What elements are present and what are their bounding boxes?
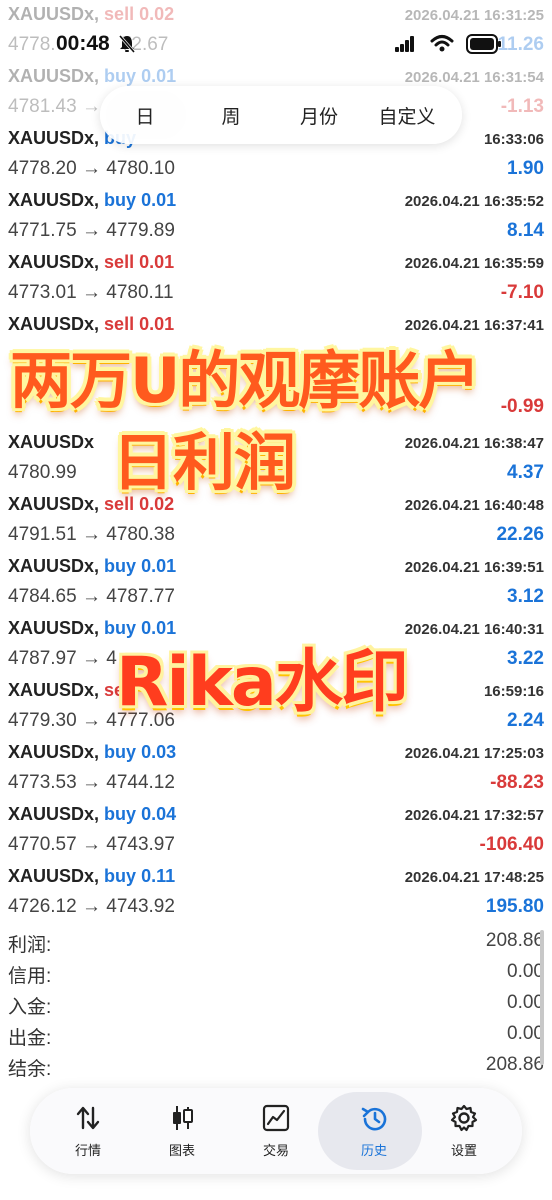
trade-time: 2026.04.21 17:48:25 <box>404 869 544 886</box>
summary-row-withdrawal: 出金: 0.00 <box>8 1023 544 1053</box>
summary-label: 出金: <box>8 1028 52 1049</box>
candlestick-icon <box>173 1106 193 1130</box>
trade-row[interactable]: XAUUSDx, sell 0.01 2026.04.21 16:35:59 4… <box>0 248 552 310</box>
trade-symbol: XAUUSDx, buy 0.01 <box>8 190 177 210</box>
trade-symbol: XAUUSDx <box>8 432 95 452</box>
nav-settings[interactable]: 设置 <box>416 1088 512 1174</box>
trade-profit: 3.22 <box>507 648 544 669</box>
scrollbar[interactable] <box>540 930 544 1065</box>
trade-profit: 1.90 <box>507 158 544 179</box>
wifi-icon <box>430 35 454 52</box>
bottom-nav: 行情 图表 交易 历史 设置 <box>30 1088 522 1174</box>
trade-prices: 4791.51 → 4780.38 <box>8 524 175 545</box>
trade-symbol: XAUUSDx, sell 0.01 <box>8 252 175 272</box>
gear-icon <box>450 1104 478 1132</box>
trade-symbol: XAUUSDx, buy 0.01 <box>8 66 177 86</box>
trade-profit: -88.23 <box>490 772 544 793</box>
trade-row[interactable]: XAUUSDx, buy 0.01 2026.04.21 16:35:52 47… <box>0 186 552 248</box>
mute-bell-icon <box>118 35 136 53</box>
tab-month[interactable]: 月份 <box>284 102 354 129</box>
trade-time: 2026.04.21 16:39:51 <box>404 559 544 576</box>
trade-profit: -7.10 <box>500 282 544 303</box>
nav-label: 交易 <box>262 1143 289 1158</box>
summary-label: 利润: <box>8 935 52 956</box>
trade-time: 2026.04.21 17:32:57 <box>404 807 544 824</box>
nav-quotes[interactable]: 行情 <box>40 1088 136 1174</box>
summary-label: 入金: <box>8 997 52 1018</box>
trade-profit: 3.12 <box>507 586 544 607</box>
status-time: 00:48 <box>56 32 110 55</box>
overlay-title-line1: 两万U的观摩账户 <box>10 344 480 417</box>
summary-label: 结余: <box>8 1059 52 1080</box>
trade-symbol: XAUUSDx, buy 0.11 <box>8 866 176 886</box>
trade-profit: -106.40 <box>479 834 544 855</box>
trade-time: 2026.04.21 16:40:48 <box>404 497 544 514</box>
trade-prices: 4780.99 <box>8 462 77 483</box>
status-bar: 00:48 <box>0 22 552 66</box>
trade-profit: 2.24 <box>507 710 544 731</box>
trade-prices: 4770.57 → 4743.97 <box>8 834 175 855</box>
trade-prices: 4726.12 → 4743.92 <box>8 896 175 917</box>
trade-prices: 4778.20 → 4780.10 <box>8 158 175 179</box>
trade-symbol: XAUUSDx, buy 0.04 <box>8 804 177 824</box>
nav-chart[interactable]: 图表 <box>134 1088 230 1174</box>
trade-profit: -0.99 <box>500 396 544 417</box>
summary-value: 0.00 <box>507 961 544 982</box>
summary-value: 0.00 <box>507 992 544 1013</box>
nav-label: 图表 <box>168 1143 195 1158</box>
trade-symbol: XAUUSDx, buy 0.01 <box>8 556 177 576</box>
trade-profit: 195.80 <box>485 896 544 917</box>
trade-profit: 22.26 <box>496 524 544 545</box>
summary-row-profit: 利润: 208.86 <box>8 930 544 960</box>
trade-row[interactable]: XAUUSDx, buy 0.11 2026.04.21 17:48:25 47… <box>0 862 552 924</box>
nav-history[interactable]: 历史 <box>318 1088 422 1174</box>
trade-profit: 8.14 <box>507 220 544 241</box>
trade-time: 16:33:06 <box>483 131 544 148</box>
trade-symbol: XAUUSDx, buy 0.03 <box>8 742 177 762</box>
summary-label: 信用: <box>8 966 52 987</box>
period-tabs: 日 周 月份 自定义 <box>100 86 462 144</box>
updown-arrows-icon <box>76 1106 100 1130</box>
trade-time: 2026.04.21 16:31:54 <box>404 69 544 86</box>
trade-time: 16:59:16 <box>483 683 544 700</box>
trade-profit: -1.13 <box>500 96 544 117</box>
summary-row-credit: 信用: 0.00 <box>8 961 544 991</box>
trade-profit: 4.37 <box>507 462 544 483</box>
summary-value: 0.00 <box>507 1023 544 1044</box>
trade-time: 2026.04.21 17:25:03 <box>404 745 544 762</box>
summary-value: 208.86 <box>485 930 544 951</box>
trade-time: 2026.04.21 16:35:59 <box>404 255 544 272</box>
overlay-title-line2: 日利润 <box>112 426 296 499</box>
nav-label: 行情 <box>74 1143 101 1158</box>
cellular-signal-icon <box>395 36 414 52</box>
nav-trade[interactable]: 交易 <box>228 1088 324 1174</box>
trade-prices: 4773.01 → 4780.11 <box>8 282 174 303</box>
trade-row[interactable]: XAUUSDx, buy 0.01 2026.04.21 16:39:51 47… <box>0 552 552 614</box>
trade-row[interactable]: XAUUSDx, buy 0.03 2026.04.21 17:25:03 47… <box>0 738 552 800</box>
summary-value: 208.86 <box>485 1054 544 1075</box>
nav-label: 历史 <box>360 1143 387 1158</box>
trade-chart-icon <box>262 1104 290 1132</box>
tab-day[interactable]: 日 <box>106 91 186 139</box>
summary-row-balance: 结余: 208.86 <box>8 1054 544 1084</box>
tab-custom[interactable]: 自定义 <box>372 102 442 129</box>
trade-time: 2026.04.21 16:40:31 <box>404 621 544 638</box>
trade-prices: 4773.53 → 4744.12 <box>8 772 175 793</box>
trade-time: 2026.04.21 16:35:52 <box>404 193 544 210</box>
tab-week[interactable]: 周 <box>196 102 266 129</box>
trade-prices: 4781.43 → <box>8 96 101 117</box>
trade-prices: 4784.65 → 4787.77 <box>8 586 175 607</box>
battery-icon <box>466 34 501 54</box>
trade-prices: 4771.75 → 4779.89 <box>8 220 175 241</box>
trade-time: 2026.04.21 16:38:47 <box>404 435 544 452</box>
nav-label: 设置 <box>450 1143 477 1158</box>
summary-row-deposit: 入金: 0.00 <box>8 992 544 1022</box>
trade-prices: 4787.97 → 4 <box>8 648 117 669</box>
history-clock-icon <box>361 1107 387 1131</box>
overlay-watermark: Rika水印 <box>116 643 409 722</box>
trade-row[interactable]: XAUUSDx, buy 0.04 2026.04.21 17:32:57 47… <box>0 800 552 862</box>
